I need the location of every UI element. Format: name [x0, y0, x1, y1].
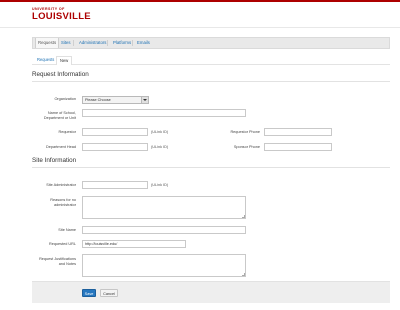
site-admin-ulink-hint: (ULink ID) — [151, 183, 169, 187]
form-actions: Save Cancel — [32, 281, 390, 303]
sponsor-phone-input[interactable] — [264, 143, 332, 151]
main-tabs: Requests Sites Administrators Platforms … — [32, 37, 390, 49]
school-input[interactable] — [82, 109, 246, 117]
requestor-input[interactable] — [82, 128, 148, 136]
justifications-label: Request Justifications and Notes — [39, 257, 76, 266]
reasons-textarea[interactable] — [82, 196, 246, 219]
sponsor-phone-label: Sponsor Phone — [233, 145, 260, 149]
top-accent-bar — [0, 0, 400, 2]
resize-handle-icon[interactable] — [242, 215, 245, 218]
requestor-ulink-hint: (ULink ID) — [151, 130, 169, 134]
organization-select[interactable]: Please Choose — [82, 96, 149, 104]
justifications-textarea[interactable] — [82, 254, 246, 277]
school-label: Name of School, Department or Unit — [43, 111, 76, 120]
breadcrumb-requests[interactable]: Requests — [34, 56, 57, 64]
section-divider — [32, 167, 390, 168]
site-name-label: Site Name — [58, 228, 76, 232]
resize-handle-icon[interactable] — [242, 273, 245, 276]
department-head-ulink-hint: (ULink ID) — [151, 145, 169, 149]
university-logo[interactable]: UNIVERSITY OF LOUISVILLE — [32, 7, 91, 22]
requestor-phone-input[interactable] — [264, 128, 332, 136]
tab-separator — [107, 40, 108, 46]
requestor-label: Requestor — [58, 130, 76, 134]
tab-emails[interactable]: Emails — [135, 38, 152, 48]
requestor-phone-label: Requestor Phone — [230, 130, 260, 134]
reasons-label: Reasons for no administrator — [50, 198, 76, 207]
organization-select-value: Please Choose — [85, 98, 111, 102]
site-info-title: Site Information — [32, 157, 77, 164]
tab-separator — [73, 40, 74, 46]
site-name-input[interactable] — [82, 226, 246, 234]
logo-louisville: LOUISVILLE — [32, 10, 91, 22]
request-info-title: Request Information — [32, 71, 89, 78]
save-button[interactable]: Save — [82, 289, 96, 297]
organization-label: Organization — [54, 97, 76, 101]
tab-administrators[interactable]: Administrators — [77, 38, 108, 48]
requested-url-input[interactable]: http://louisville.edu/ — [82, 240, 186, 248]
header-divider — [0, 27, 400, 28]
site-admin-input[interactable] — [82, 181, 148, 189]
department-head-label: Department Head — [46, 145, 76, 149]
requested-url-label: Requested URL — [48, 242, 76, 246]
breadcrumb: Requests New — [32, 56, 390, 65]
tab-platforms[interactable]: Platforms — [111, 38, 133, 48]
chevron-down-icon — [141, 97, 148, 103]
section-divider — [32, 81, 390, 82]
site-admin-label: Site Administrator — [46, 183, 76, 187]
tab-separator — [132, 40, 133, 46]
tab-requests[interactable]: Requests — [35, 38, 60, 48]
cancel-button[interactable]: Cancel — [100, 289, 118, 297]
breadcrumb-new: New — [56, 56, 73, 65]
department-head-input[interactable] — [82, 143, 148, 151]
tab-sites[interactable]: Sites — [59, 38, 73, 48]
